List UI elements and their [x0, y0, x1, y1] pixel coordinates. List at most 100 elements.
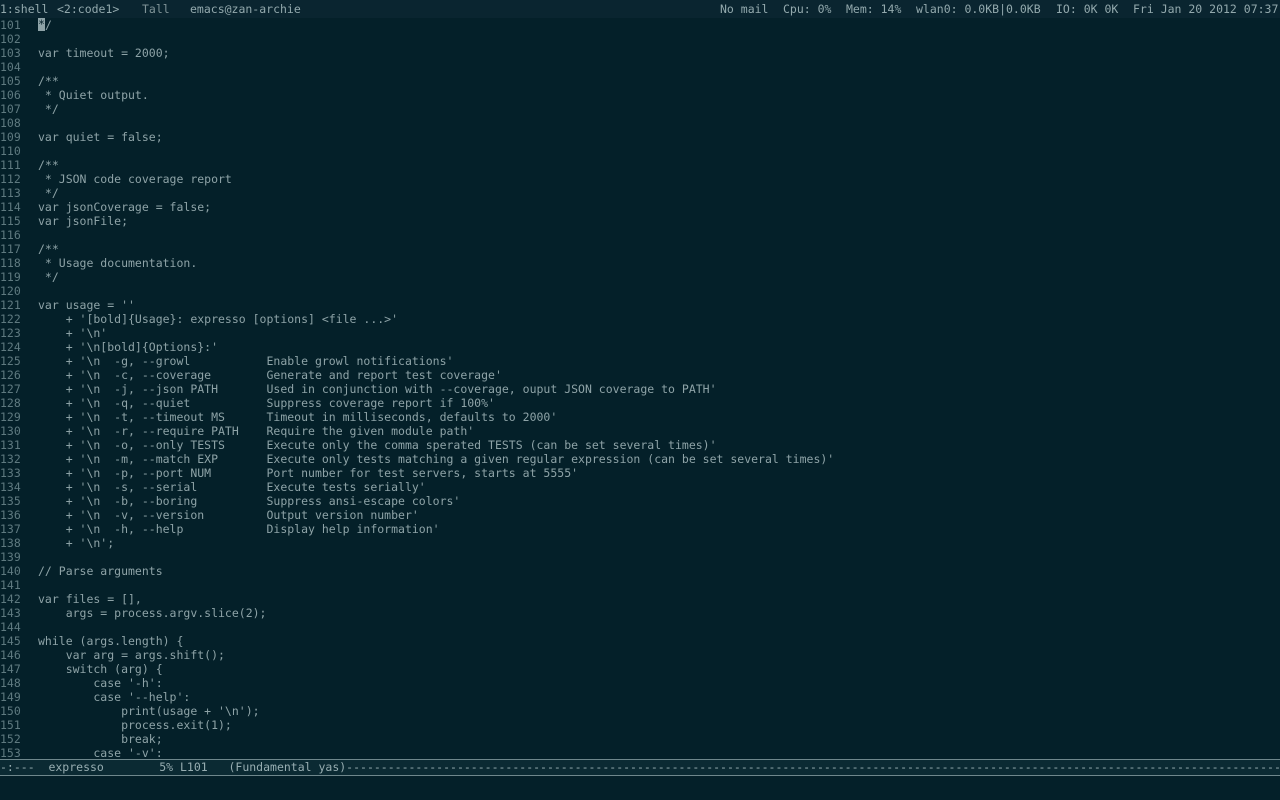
line-text[interactable]: case '-h':	[38, 676, 162, 690]
code-line[interactable]: 142 var files = [],	[0, 592, 1280, 606]
line-text[interactable]: var jsonFile;	[38, 214, 128, 228]
line-text[interactable]: + '\n -v, --version Output version numbe…	[38, 508, 419, 522]
code-line[interactable]: 152 break;	[0, 732, 1280, 746]
code-line[interactable]: 135 + '\n -b, --boring Suppress ansi-esc…	[0, 494, 1280, 508]
code-line[interactable]: 139	[0, 550, 1280, 564]
line-text[interactable]: + '\n -g, --growl Enable growl notificat…	[38, 354, 454, 368]
line-text[interactable]: case '--help':	[38, 690, 190, 704]
code-line[interactable]: 145 while (args.length) {	[0, 634, 1280, 648]
code-line[interactable]: 120	[0, 284, 1280, 298]
line-text[interactable]: break;	[38, 732, 163, 746]
line-text[interactable]: + '\n -r, --require PATH Require the giv…	[38, 424, 475, 438]
line-text[interactable]: + '\n -c, --coverage Generate and report…	[38, 368, 502, 382]
code-line[interactable]: 138 + '\n';	[0, 536, 1280, 550]
line-text[interactable]: var quiet = false;	[38, 130, 163, 144]
line-text[interactable]: + '\n -t, --timeout MS Timeout in millis…	[38, 410, 558, 424]
code-line[interactable]: 124 + '\n[bold]{Options}:'	[0, 340, 1280, 354]
code-line[interactable]: 112 * JSON code coverage report	[0, 172, 1280, 186]
line-text[interactable]: var usage = ''	[38, 298, 135, 312]
code-line[interactable]: 106 * Quiet output.	[0, 88, 1280, 102]
code-line[interactable]: 151 process.exit(1);	[0, 718, 1280, 732]
line-text[interactable]: + '\n[bold]{Options}:'	[38, 340, 218, 354]
code-line[interactable]: 103 var timeout = 2000;	[0, 46, 1280, 60]
line-text[interactable]: + '\n -h, --help Display help informatio…	[38, 522, 440, 536]
code-line[interactable]: 153 case '-v':	[0, 746, 1280, 758]
code-line[interactable]: 109 var quiet = false;	[0, 130, 1280, 144]
code-line[interactable]: 140 // Parse arguments	[0, 564, 1280, 578]
code-line[interactable]: 113 */	[0, 186, 1280, 200]
code-line[interactable]: 147 switch (arg) {	[0, 662, 1280, 676]
line-text[interactable]: var arg = args.shift();	[38, 648, 225, 662]
code-line[interactable]: 143 args = process.argv.slice(2);	[0, 606, 1280, 620]
line-text[interactable]: */	[38, 102, 59, 116]
line-text[interactable]: /**	[38, 242, 59, 256]
code-line[interactable]: 125 + '\n -g, --growl Enable growl notif…	[0, 354, 1280, 368]
code-line[interactable]: 144	[0, 620, 1280, 634]
code-line[interactable]: 133 + '\n -p, --port NUM Port number for…	[0, 466, 1280, 480]
code-line[interactable]: 128 + '\n -q, --quiet Suppress coverage …	[0, 396, 1280, 410]
line-text[interactable]: * Quiet output.	[38, 88, 149, 102]
code-line[interactable]: 134 + '\n -s, --serial Execute tests ser…	[0, 480, 1280, 494]
line-text[interactable]: * Usage documentation.	[38, 256, 197, 270]
code-line[interactable]: 114 var jsonCoverage = false;	[0, 200, 1280, 214]
line-text[interactable]: */	[38, 270, 59, 284]
line-text[interactable]: process.exit(1);	[38, 718, 232, 732]
code-line[interactable]: 118 * Usage documentation.	[0, 256, 1280, 270]
line-text[interactable]: args = process.argv.slice(2);	[38, 606, 267, 620]
code-line[interactable]: 136 + '\n -v, --version Output version n…	[0, 508, 1280, 522]
line-text[interactable]: + '[bold]{Usage}: expresso [options] <fi…	[38, 312, 398, 326]
code-line[interactable]: 121 var usage = ''	[0, 298, 1280, 312]
code-line[interactable]: 137 + '\n -h, --help Display help inform…	[0, 522, 1280, 536]
editor-buffer[interactable]: 101 */102 103 var timeout = 2000; 104 105/** 1…	[0, 18, 1280, 758]
line-text[interactable]: var files = [],	[38, 592, 142, 606]
line-text[interactable]: var timeout = 2000;	[38, 46, 170, 60]
code-line[interactable]: 127 + '\n -j, --json PATH Used in conjun…	[0, 382, 1280, 396]
line-text[interactable]: // Parse arguments	[38, 564, 163, 578]
line-text[interactable]: var jsonCoverage = false;	[38, 200, 211, 214]
code-line[interactable]: 110	[0, 144, 1280, 158]
line-text[interactable]: + '\n -p, --port NUM Port number for tes…	[38, 466, 578, 480]
minibuffer[interactable]	[0, 776, 1280, 800]
line-text[interactable]: /**	[38, 74, 59, 88]
code-line[interactable]: 149 case '--help':	[0, 690, 1280, 704]
code-line[interactable]: 107 */	[0, 102, 1280, 116]
code-line[interactable]: 141	[0, 578, 1280, 592]
code-line[interactable]: 101 */	[0, 18, 1280, 32]
line-text[interactable]: case '-v':	[38, 746, 162, 758]
line-text[interactable]: + '\n';	[38, 536, 114, 550]
workspace-1[interactable]: 1:shell	[0, 0, 48, 18]
line-text[interactable]: */	[38, 186, 59, 200]
line-text[interactable]: switch (arg) {	[38, 662, 163, 676]
code-line[interactable]: 123 + '\n'	[0, 326, 1280, 340]
code-line[interactable]: 129 + '\n -t, --timeout MS Timeout in mi…	[0, 410, 1280, 424]
code-line[interactable]: 131 + '\n -o, --only TESTS Execute only …	[0, 438, 1280, 452]
code-line[interactable]: 126 + '\n -c, --coverage Generate and re…	[0, 368, 1280, 382]
line-text[interactable]: while (args.length) {	[38, 634, 183, 648]
line-text[interactable]: /**	[38, 158, 59, 172]
code-line[interactable]: 104	[0, 60, 1280, 74]
code-line[interactable]: 146 var arg = args.shift();	[0, 648, 1280, 662]
line-text[interactable]: + '\n -j, --json PATH Used in conjunctio…	[38, 382, 717, 396]
code-line[interactable]: 150 print(usage + '\n');	[0, 704, 1280, 718]
line-text[interactable]: + '\n -o, --only TESTS Execute only the …	[38, 438, 717, 452]
code-line[interactable]: 115 var jsonFile;	[0, 214, 1280, 228]
code-line[interactable]: 108	[0, 116, 1280, 130]
code-line[interactable]: 105 /**	[0, 74, 1280, 88]
line-text[interactable]: + '\n'	[38, 326, 108, 340]
line-text[interactable]: + '\n -m, --match EXP Execute only tests…	[38, 452, 835, 466]
line-text[interactable]: + '\n -b, --boring Suppress ansi-escape …	[38, 494, 461, 508]
code-line[interactable]: 117 /**	[0, 242, 1280, 256]
line-text[interactable]: print(usage + '\n');	[38, 704, 259, 718]
line-text[interactable]: */	[38, 18, 52, 32]
code-line[interactable]: 122 + '[bold]{Usage}: expresso [options]…	[0, 312, 1280, 326]
workspace-2-current[interactable]: <2:code1>	[57, 0, 119, 18]
code-line[interactable]: 116	[0, 228, 1280, 242]
line-text[interactable]: + '\n -s, --serial Execute tests seriall…	[38, 480, 426, 494]
code-line[interactable]: 119 */	[0, 270, 1280, 284]
code-line[interactable]: 111 /**	[0, 158, 1280, 172]
code-line[interactable]: 148 case '-h':	[0, 676, 1280, 690]
line-text[interactable]: + '\n -q, --quiet Suppress coverage repo…	[38, 396, 495, 410]
line-text[interactable]: * JSON code coverage report	[38, 172, 232, 186]
code-line[interactable]: 130 + '\n -r, --require PATH Require the…	[0, 424, 1280, 438]
code-line[interactable]: 102	[0, 32, 1280, 46]
